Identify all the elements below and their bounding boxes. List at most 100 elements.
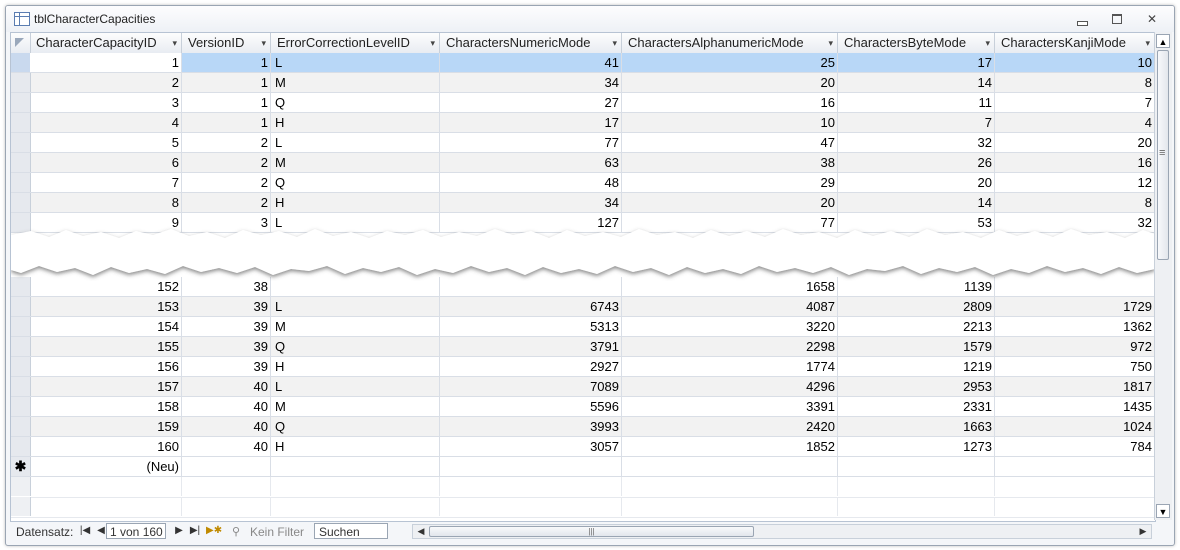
vertical-scroll-thumb[interactable] xyxy=(1157,50,1169,260)
column-header[interactable]: CharacterCapacityID ▾ xyxy=(30,33,182,53)
search-input[interactable]: Suchen xyxy=(314,523,388,539)
table-row[interactable]: 155 39 Q 3791 2298 1579 972 xyxy=(11,337,1155,357)
table-cell[interactable]: H xyxy=(271,437,440,456)
table-cell[interactable]: Q xyxy=(271,93,440,112)
table-cell[interactable]: Q xyxy=(271,417,440,436)
table-cell[interactable]: 1 xyxy=(30,53,182,72)
table-cell[interactable]: 26 xyxy=(838,153,995,172)
table-cell[interactable]: 3993 xyxy=(440,417,622,436)
row-selector[interactable] xyxy=(11,357,31,376)
table-cell[interactable]: 157 xyxy=(30,377,182,396)
table-cell[interactable]: 2 xyxy=(30,73,182,92)
table-cell[interactable]: 2 xyxy=(182,153,271,172)
table-cell[interactable]: M xyxy=(271,317,440,336)
table-cell[interactable]: 784 xyxy=(995,437,1155,456)
horizontal-scroll-thumb[interactable]: ||| xyxy=(429,526,754,537)
table-cell[interactable]: 3 xyxy=(30,93,182,112)
table-cell[interactable]: 20 xyxy=(995,133,1155,152)
table-cell[interactable]: 153 xyxy=(30,297,182,316)
table-cell[interactable]: 2 xyxy=(182,173,271,192)
sort-dropdown-icon[interactable]: ▾ xyxy=(430,33,435,53)
row-selector[interactable] xyxy=(11,113,31,132)
table-cell[interactable]: 20 xyxy=(622,193,838,212)
table-cell[interactable]: Q xyxy=(271,173,440,192)
table-cell[interactable]: 4 xyxy=(30,113,182,132)
table-cell[interactable]: 5313 xyxy=(440,317,622,336)
row-selector[interactable] xyxy=(11,417,31,436)
table-cell[interactable]: 156 xyxy=(30,357,182,376)
table-cell[interactable]: 1774 xyxy=(622,357,838,376)
column-header[interactable]: CharactersByteMode ▾ xyxy=(838,33,995,53)
table-cell[interactable]: 750 xyxy=(995,357,1155,376)
column-header[interactable]: VersionID ▾ xyxy=(182,33,271,53)
column-header[interactable]: CharactersNumericMode ▾ xyxy=(440,33,622,53)
table-cell[interactable]: 7 xyxy=(30,173,182,192)
row-selector[interactable] xyxy=(11,337,31,356)
sort-dropdown-icon[interactable]: ▾ xyxy=(172,33,177,53)
sort-dropdown-icon[interactable]: ▾ xyxy=(828,33,833,53)
table-cell[interactable]: 8 xyxy=(30,193,182,212)
table-cell[interactable]: 1 xyxy=(182,73,271,92)
table-cell[interactable]: 20 xyxy=(838,173,995,192)
table-cell[interactable]: 8 xyxy=(995,73,1155,92)
datasheet-grid[interactable]: CharacterCapacityID ▾ VersionID ▾ ErrorCorre… xyxy=(10,32,1156,522)
scroll-right-button[interactable]: ▶ xyxy=(1136,525,1150,538)
table-cell[interactable]: 2 xyxy=(182,133,271,152)
table-cell[interactable]: 4 xyxy=(995,113,1155,132)
table-cell[interactable]: 1663 xyxy=(838,417,995,436)
table-cell[interactable]: 20 xyxy=(622,73,838,92)
table-row[interactable]: 4 1 H 17 10 7 4 xyxy=(11,113,1155,133)
table-cell[interactable]: 1362 xyxy=(995,317,1155,336)
table-cell[interactable]: 40 xyxy=(182,417,271,436)
current-record-field[interactable]: 1 von 160 xyxy=(106,523,166,539)
table-cell[interactable]: 972 xyxy=(995,337,1155,356)
table-cell[interactable]: H xyxy=(271,113,440,132)
table-cell[interactable]: 10 xyxy=(622,113,838,132)
column-header[interactable]: CharactersAlphanumericMode ▾ xyxy=(622,33,838,53)
table-cell[interactable]: 40 xyxy=(182,377,271,396)
table-cell[interactable]: 1729 xyxy=(995,297,1155,316)
row-selector[interactable] xyxy=(11,53,31,72)
table-cell[interactable]: M xyxy=(271,73,440,92)
table-cell[interactable]: 47 xyxy=(622,133,838,152)
table-cell[interactable]: 1 xyxy=(182,93,271,112)
table-row[interactable]: 158 40 M 5596 3391 2331 1435 xyxy=(11,397,1155,417)
table-cell[interactable]: 2927 xyxy=(440,357,622,376)
restore-button[interactable] xyxy=(1106,10,1128,28)
table-cell[interactable]: 17 xyxy=(838,53,995,72)
row-selector[interactable] xyxy=(11,93,31,112)
table-cell[interactable]: 5 xyxy=(30,133,182,152)
table-cell[interactable]: 159 xyxy=(30,417,182,436)
table-cell[interactable]: 155 xyxy=(30,337,182,356)
table-cell[interactable]: 2213 xyxy=(838,317,995,336)
table-row[interactable]: 3 1 Q 27 16 11 7 xyxy=(11,93,1155,113)
table-cell[interactable]: M xyxy=(271,397,440,416)
table-cell[interactable]: M xyxy=(271,153,440,172)
row-selector[interactable] xyxy=(11,397,31,416)
table-cell[interactable]: 14 xyxy=(838,73,995,92)
table-cell[interactable]: 1219 xyxy=(838,357,995,376)
table-cell[interactable]: 38 xyxy=(622,153,838,172)
sort-dropdown-icon[interactable]: ▾ xyxy=(261,33,266,53)
table-cell[interactable]: 7 xyxy=(838,113,995,132)
table-cell[interactable]: Q xyxy=(271,337,440,356)
column-header[interactable]: CharactersKanjiMode ▾ xyxy=(995,33,1155,53)
new-record-label[interactable]: (Neu) xyxy=(30,457,182,476)
table-cell[interactable]: H xyxy=(271,357,440,376)
table-cell[interactable] xyxy=(182,457,271,476)
table-cell[interactable]: 1273 xyxy=(838,437,995,456)
row-selector[interactable] xyxy=(11,317,31,336)
table-cell[interactable]: 154 xyxy=(30,317,182,336)
table-cell[interactable]: 158 xyxy=(30,397,182,416)
table-cell[interactable]: 39 xyxy=(182,317,271,336)
table-cell[interactable]: 2420 xyxy=(622,417,838,436)
table-cell[interactable]: 29 xyxy=(622,173,838,192)
table-cell[interactable]: 1579 xyxy=(838,337,995,356)
scroll-up-button[interactable]: ▲ xyxy=(1156,34,1170,48)
table-cell[interactable]: 5596 xyxy=(440,397,622,416)
table-row[interactable]: 1 1 L 41 25 17 10 xyxy=(11,53,1155,73)
table-cell[interactable]: L xyxy=(271,297,440,316)
new-record-marker[interactable]: ✱ xyxy=(11,457,31,476)
table-cell[interactable]: 1817 xyxy=(995,377,1155,396)
table-row[interactable]: 7 2 Q 48 29 20 12 xyxy=(11,173,1155,193)
